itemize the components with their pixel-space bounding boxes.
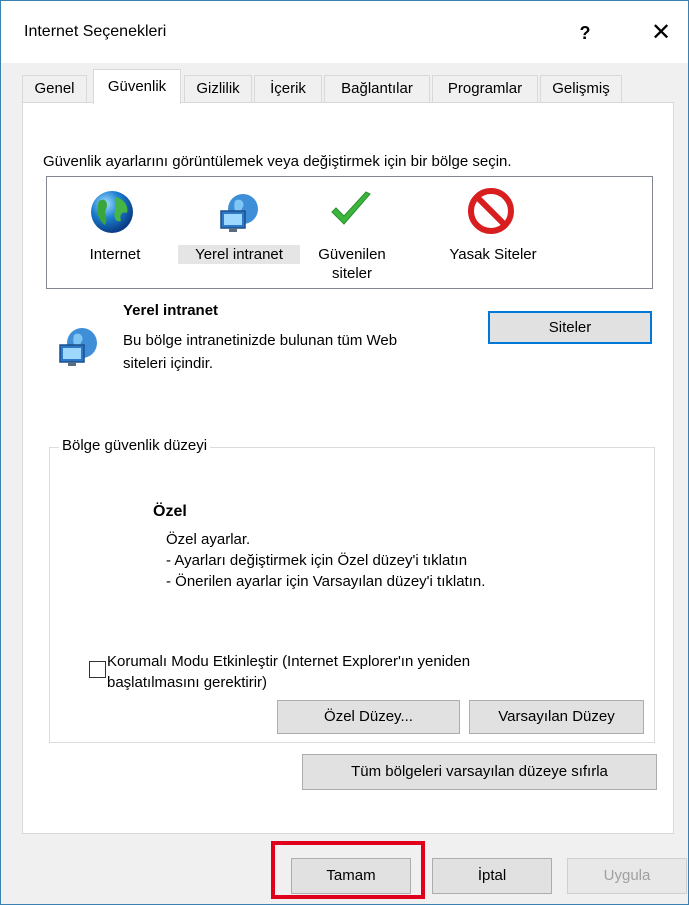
tab-gizlilik[interactable]: Gizlilik xyxy=(184,75,252,102)
zone-internet[interactable]: Internet xyxy=(71,245,159,264)
tab-genel[interactable]: Genel xyxy=(22,75,87,102)
zone-trusted-label-line2: siteler xyxy=(331,265,372,282)
security-level-group-title: Bölge güvenlik düzeyi xyxy=(59,437,211,454)
zone-trusted-label-line1: Güvenilen xyxy=(318,246,386,263)
protected-mode-label-line2[interactable]: başlatılmasını gerektirir) xyxy=(107,674,267,691)
zone-trusted[interactable]: Güvenilen siteler xyxy=(306,245,398,283)
selected-zone-name: Yerel intranet xyxy=(123,302,219,319)
selected-zone-icon xyxy=(59,328,97,366)
title-bar: Internet Seçenekleri ? ✕ xyxy=(1,1,688,63)
dialog-title: Internet Seçenekleri xyxy=(24,23,167,40)
zone-instruction: Güvenlik ayarlarını görüntülemek veya de… xyxy=(43,153,512,170)
help-button[interactable]: ? xyxy=(569,17,601,49)
intranet-icon[interactable] xyxy=(215,189,261,235)
checkmark-icon[interactable] xyxy=(326,186,376,236)
apply-button[interactable]: Uygula xyxy=(567,858,687,894)
prohibited-icon[interactable] xyxy=(467,187,515,235)
zone-restricted[interactable]: Yasak Siteler xyxy=(433,245,553,264)
close-button[interactable]: ✕ xyxy=(641,17,681,49)
custom-level-button[interactable]: Özel Düzey... xyxy=(277,700,460,734)
internet-options-dialog: Internet Seçenekleri ? ✕ Genel Güvenlik … xyxy=(0,0,689,905)
tab-icerik[interactable]: İçerik xyxy=(254,75,322,102)
selected-zone-desc-line1: Bu bölge intranetinizde bulunan tüm Web xyxy=(123,332,398,349)
tab-gelismis[interactable]: Gelişmiş xyxy=(540,75,622,102)
protected-mode-label-line1[interactable]: Korumalı Modu Etkinleştir (Internet Expl… xyxy=(107,653,470,670)
globe-icon[interactable] xyxy=(89,189,135,235)
security-level-line3: - Önerilen ayarlar için Varsayılan düzey… xyxy=(166,573,486,590)
security-level-line2: - Ayarları değiştirmek için Özel düzey'i… xyxy=(166,552,468,569)
default-level-button[interactable]: Varsayılan Düzey xyxy=(469,700,644,734)
sites-button[interactable]: Siteler xyxy=(488,311,652,344)
ok-button-highlight-box xyxy=(271,841,425,899)
security-level-group xyxy=(49,447,655,743)
security-level-line1: Özel ayarlar. xyxy=(166,531,251,548)
security-level-name: Özel xyxy=(153,503,187,520)
zone-intranet[interactable]: Yerel intranet xyxy=(178,245,300,264)
protected-mode-checkbox[interactable] xyxy=(89,661,106,678)
cancel-button[interactable]: İptal xyxy=(432,858,552,894)
zone-restricted-label: Yasak Siteler xyxy=(449,246,537,263)
reset-all-zones-button[interactable]: Tüm bölgeleri varsayılan düzeye sıfırla xyxy=(302,754,657,790)
zone-intranet-label: Yerel intranet xyxy=(195,246,283,263)
zone-internet-label: Internet xyxy=(89,246,141,263)
tab-guvenlik[interactable]: Güvenlik xyxy=(93,69,181,104)
selected-zone-desc-line2: siteleri içindir. xyxy=(123,355,214,372)
tab-programlar[interactable]: Programlar xyxy=(432,75,538,102)
tab-baglantilar[interactable]: Bağlantılar xyxy=(324,75,430,102)
